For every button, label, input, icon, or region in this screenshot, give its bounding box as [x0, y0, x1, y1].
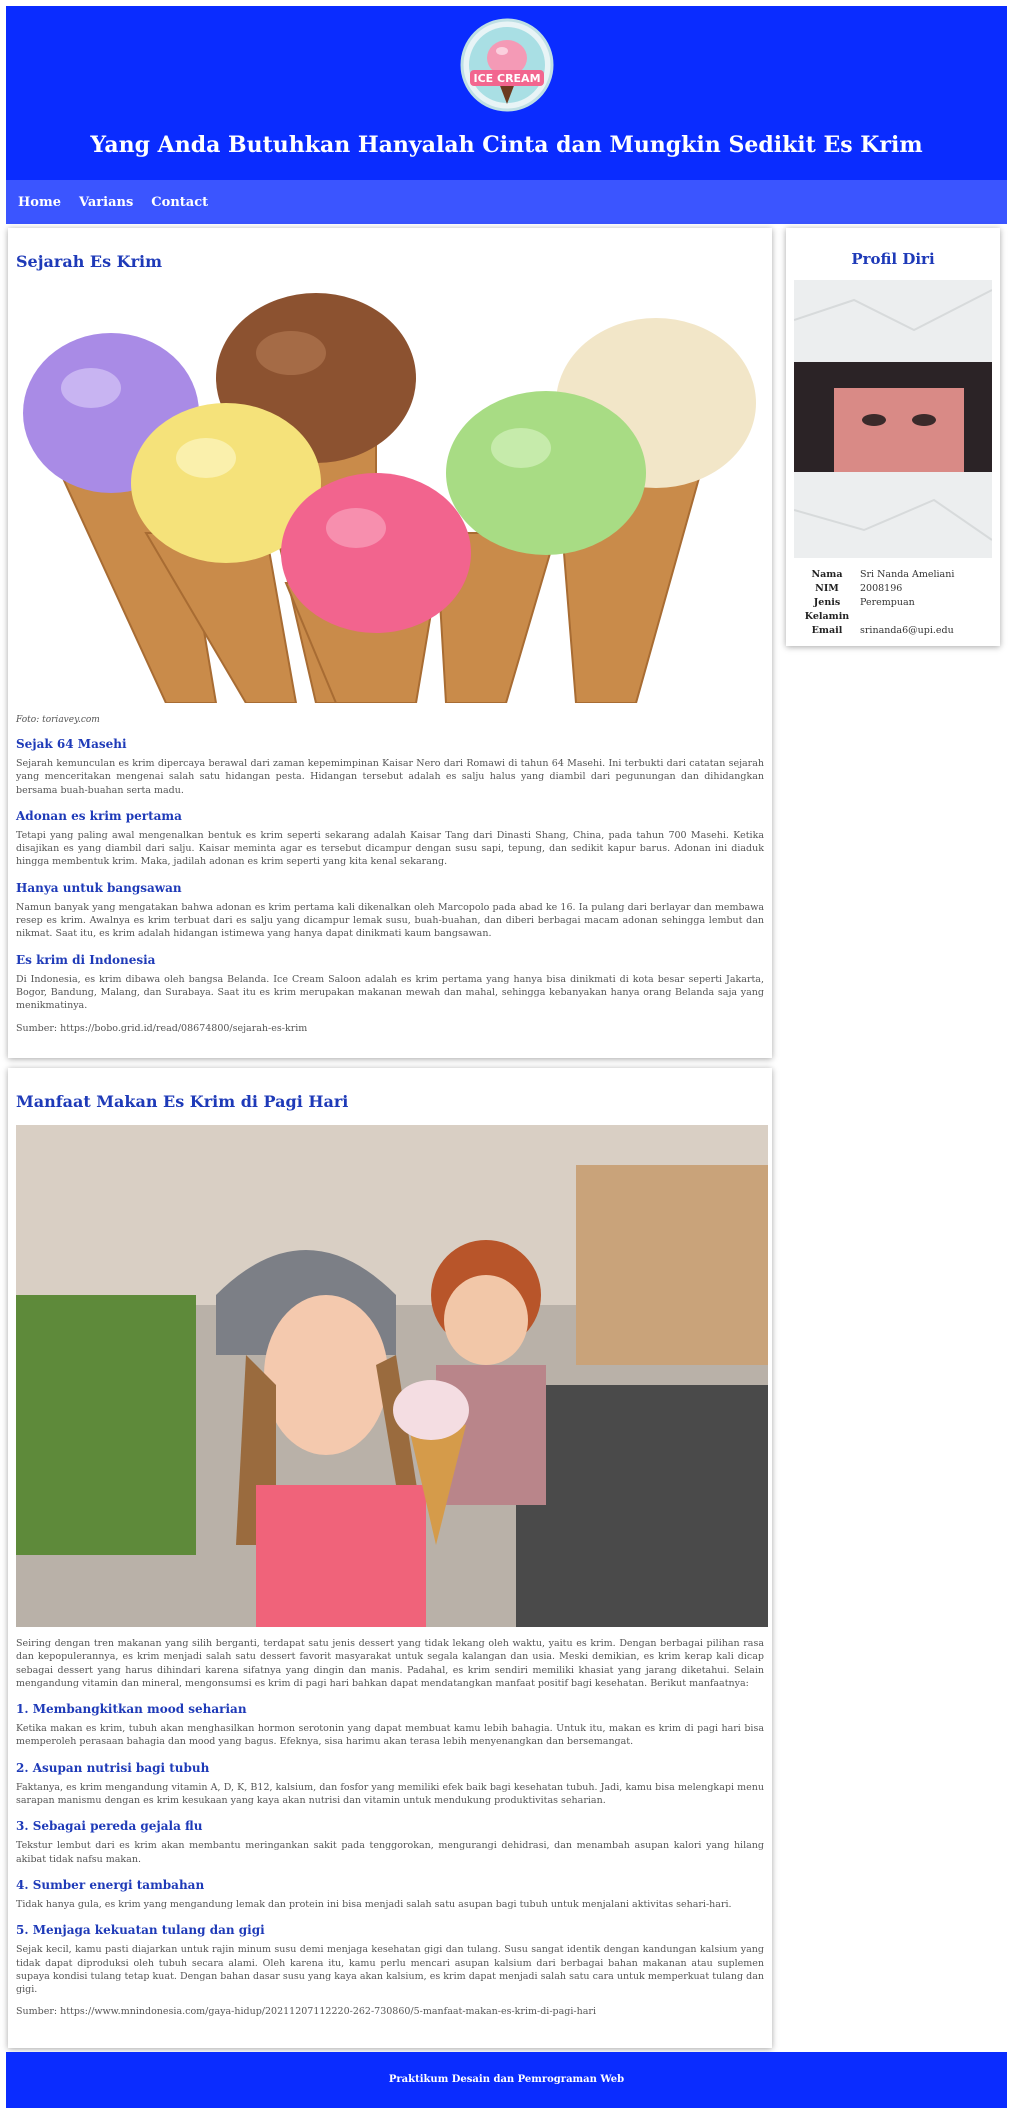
site-footer: Praktikum Desain dan Pemrograman Web [6, 2052, 1007, 2108]
section-heading: Es krim di Indonesia [16, 952, 156, 967]
ice-cream-logo: ICE CREAM [460, 18, 554, 112]
section-text: Namun banyak yang mengatakan bahwa adona… [16, 901, 764, 940]
section-heading: Sejak 64 Masehi [16, 737, 127, 751]
profile-key: Email [811, 625, 843, 636]
girl-eating-ice-cream-image [16, 1125, 768, 1627]
nav-varians-link[interactable]: Varians [79, 195, 133, 210]
site-header: ICE CREAM Yang Anda Butuhkan Hanyalah Ci… [6, 6, 1007, 180]
section-heading: 4. Sumber energi tambahan [16, 1877, 205, 1892]
section-text: Tetapi yang paling awal mengenalkan bent… [16, 829, 764, 868]
profile-photo [793, 280, 993, 558]
profile-value: Perempuan [860, 597, 915, 608]
article-intro: Seiring dengan tren makanan yang silih b… [16, 1638, 764, 1689]
section-heading: Adonan es krim pertama [16, 808, 182, 823]
source-link[interactable]: Sumber: https://www.mnindonesia.com/gaya… [16, 2006, 764, 2017]
image-caption: Foto: toriavey.com [16, 715, 100, 725]
profile-details: Nama Sri Nanda Ameliani NIM 2008196 Jeni… [794, 568, 992, 638]
section-text: Faktanya, es krim mengandung vitamin A, … [16, 1781, 764, 1807]
section-text: Sejarah kemunculan es krim dipercaya ber… [16, 758, 764, 796]
site-title: Yang Anda Butuhkan Hanyalah Cinta dan Mu… [90, 132, 923, 158]
profile-sidebar: Profil Diri Nama Sri Nanda Ameliani NIM … [786, 228, 1000, 646]
profile-key: NIM [815, 583, 839, 594]
section-heading: 2. Asupan nutrisi bagi tubuh [16, 1760, 210, 1775]
profile-value: srinanda6@upi.edu [860, 625, 954, 636]
section-text: Ketika makan es krim, tubuh akan menghas… [16, 1723, 764, 1748]
section-heading: 5. Menjaga kekuatan tulang dan gigi [16, 1923, 265, 1938]
profile-row: NIM 2008196 [794, 582, 992, 596]
article-manfaat: Manfaat Makan Es Krim di Pagi Hari Seiri… [8, 1068, 772, 2048]
profile-value: Sri Nanda Ameliani [860, 569, 955, 580]
section-text: Di Indonesia, es krim dibawa oleh bangsa… [16, 973, 764, 1012]
section-heading: 3. Sebagai pereda gejala flu [16, 1819, 203, 1834]
main-content: Sejarah Es Krim Foto: toriavey.com Sejak… [8, 228, 772, 2058]
section-heading: 1. Membangkitkan mood seharian [16, 1702, 247, 1717]
svg-text:ICE CREAM: ICE CREAM [473, 72, 540, 85]
top-nav: Home Varians Contact [6, 180, 1007, 224]
section-text: Sejak kecil, kamu pasti diajarkan untuk … [16, 1944, 764, 1996]
article-title: Manfaat Makan Es Krim di Pagi Hari [16, 1092, 349, 1111]
section-text: Tidak hanya gula, es krim yang mengandun… [16, 1898, 732, 1910]
section-heading: Hanya untuk bangsawan [16, 880, 182, 895]
article-title: Sejarah Es Krim [16, 252, 163, 271]
profile-row: Jenis Kelamin Perempuan [794, 596, 992, 624]
section-text: Tekstur lembut dari es krim akan membant… [16, 1840, 764, 1865]
source-link[interactable]: Sumber: https://bobo.grid.id/read/086748… [16, 1023, 764, 1034]
profile-value: 2008196 [860, 583, 903, 594]
nav-home-link[interactable]: Home [18, 195, 61, 210]
profile-row: Nama Sri Nanda Ameliani [794, 568, 992, 582]
article-sejarah: Sejarah Es Krim Foto: toriavey.com Sejak… [8, 228, 772, 1058]
profile-title: Profil Diri [851, 250, 935, 268]
profile-key: Nama [811, 569, 843, 580]
ice-cream-cones-image [16, 283, 768, 704]
nav-contact-link[interactable]: Contact [151, 195, 208, 210]
profile-row: Email srinanda6@upi.edu [794, 624, 992, 638]
page-frame: ICE CREAM Yang Anda Butuhkan Hanyalah Ci… [6, 6, 1007, 224]
profile-key: Jenis Kelamin [804, 597, 850, 622]
